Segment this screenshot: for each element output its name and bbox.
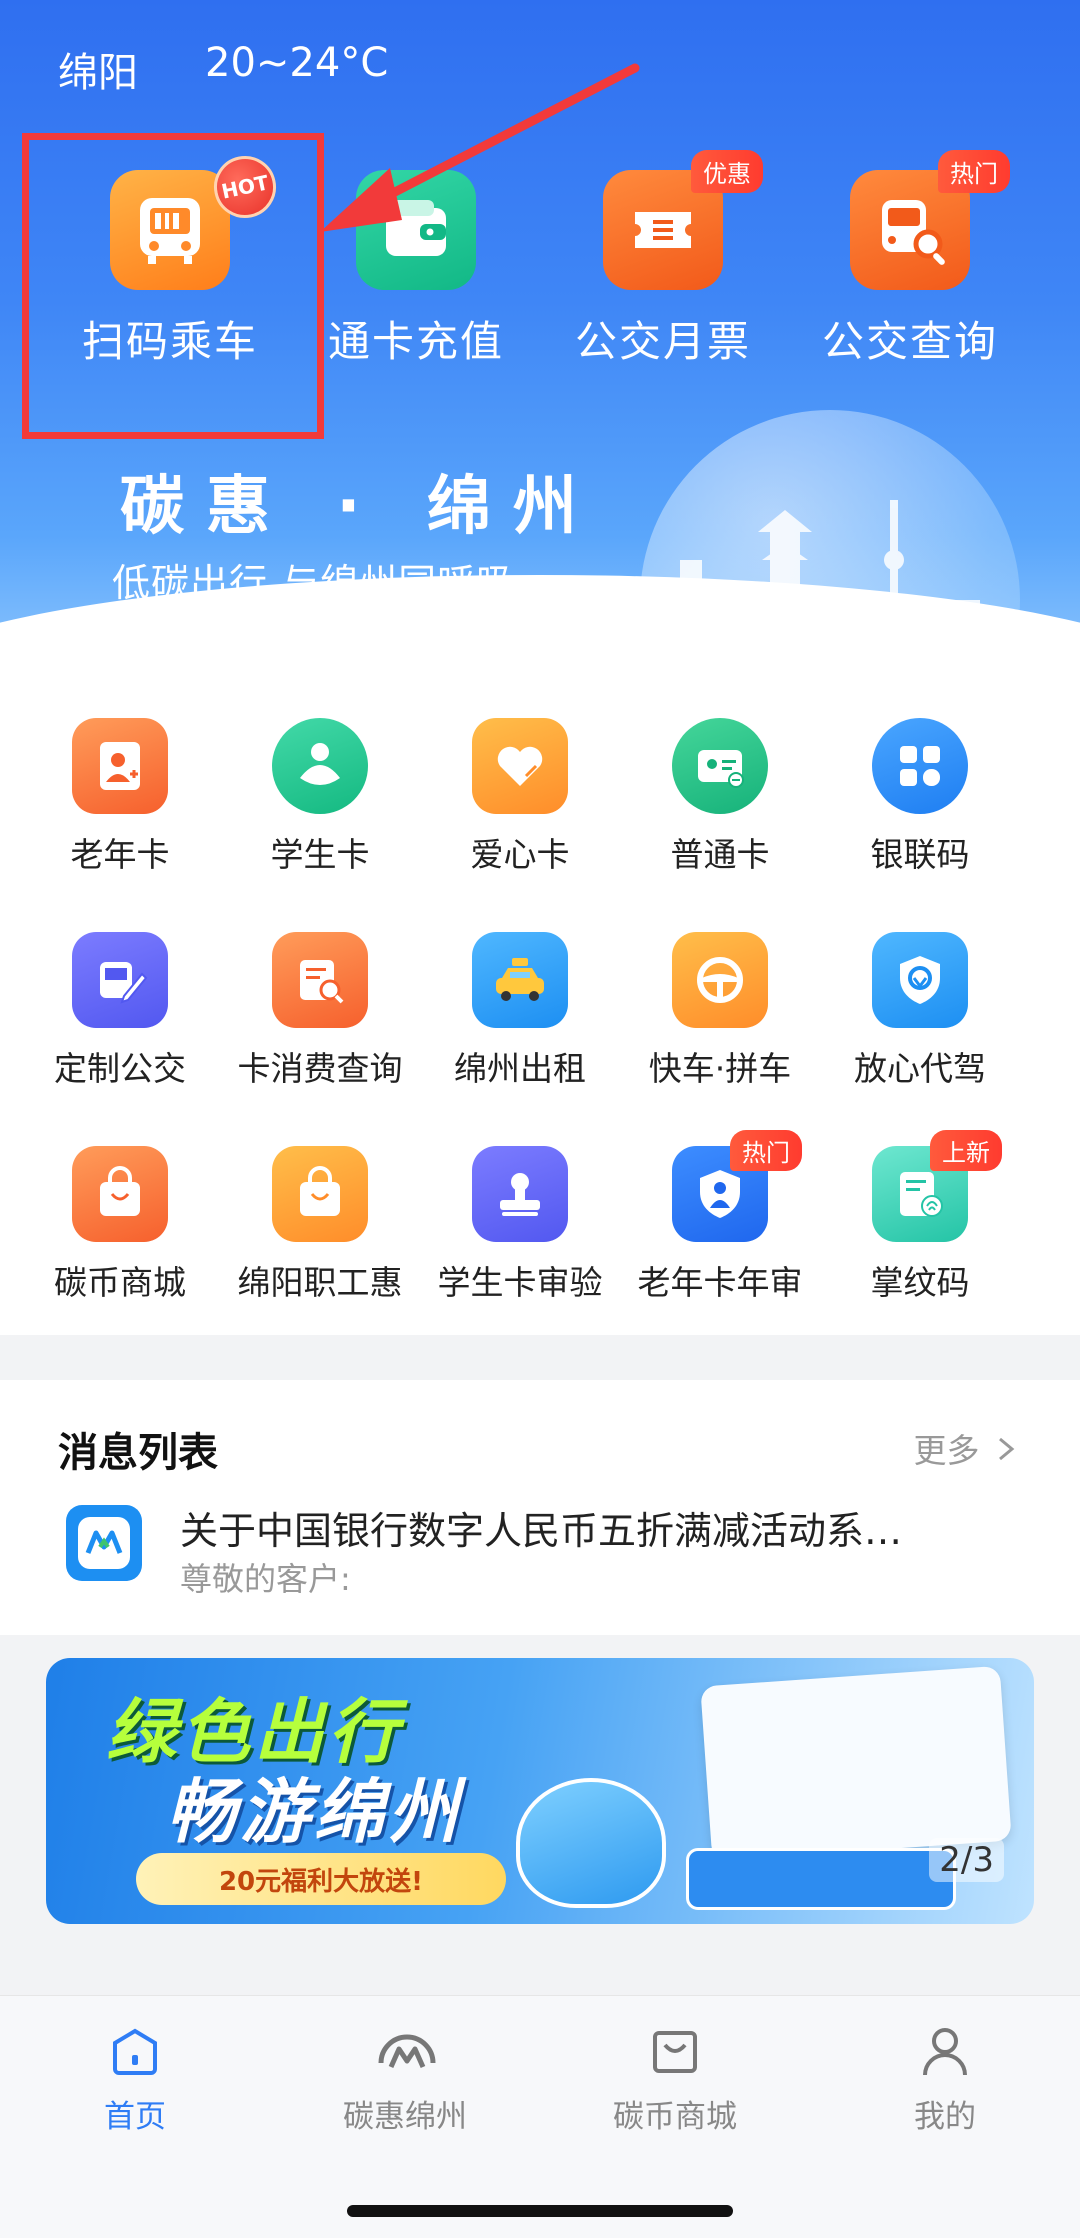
hot-tag-badge: 热门 (938, 150, 1010, 193)
service-label: 碳币商城 (54, 1263, 186, 1302)
service-elder-card[interactable]: 老年卡 (20, 718, 220, 876)
profile-icon (915, 2021, 975, 2081)
entry-card-recharge-label: 通卡充值 (327, 317, 504, 366)
stamp-icon (472, 1146, 568, 1242)
service-label: 老年卡 (70, 835, 170, 874)
service-taxi[interactable]: 绵州出租 (420, 932, 620, 1090)
tab-home-label: 首页 (104, 2099, 166, 2135)
service-label: 学生卡 (270, 835, 370, 874)
bus-image (686, 1848, 956, 1910)
shield-driver-icon (872, 932, 968, 1028)
worker-bag-icon (272, 1146, 368, 1242)
banner-title-line2: 畅游绵州 (166, 1771, 462, 1853)
service-label: 放心代驾 (854, 1049, 986, 1088)
service-unionpay-code[interactable]: 银联码 (820, 718, 1020, 876)
slogan-subtitle: 低碳出行,与绵州同呼吸 (112, 561, 516, 605)
student-card-icon (272, 718, 368, 814)
home-indicator (347, 2205, 733, 2217)
more-label: 更多 (913, 1431, 980, 1470)
heart-card-icon (472, 718, 568, 814)
mascot-robot-image (516, 1778, 666, 1908)
card-spend-query-icon (272, 932, 368, 1028)
service-label: 绵阳职工惠 (237, 1263, 403, 1302)
taxi-icon (472, 932, 568, 1028)
message-item[interactable]: 关于中国银行数字人民币五折满减活动系… (180, 1500, 960, 1555)
service-grid: 老年卡 学生卡 爱心卡 普通卡 银联码 定制公交 卡消费查询 绵州出租 快车·拼… (0, 670, 1080, 1335)
chevron-right-icon (996, 1431, 1016, 1470)
normal-card-icon (672, 718, 768, 814)
service-label: 绵州出租 (454, 1049, 586, 1088)
service-designated-driver[interactable]: 放心代驾 (820, 932, 1020, 1090)
city-location[interactable]: 绵阳 (58, 40, 138, 98)
discount-badge: 优惠 (691, 150, 763, 193)
app-logo-icon (66, 1505, 142, 1581)
unionpay-code-icon (872, 718, 968, 814)
tab-profile-label: 我的 (914, 2099, 976, 2135)
tab-profile[interactable]: 我的 (810, 2021, 1080, 2136)
shopping-bag-icon (72, 1146, 168, 1242)
custom-bus-icon (72, 932, 168, 1028)
message-list-title: 消息列表 (58, 1430, 218, 1476)
bottom-tab-bar: 首页 碳惠绵州 碳币商城 我的 (0, 1995, 1080, 2238)
service-student-card[interactable]: 学生卡 (220, 718, 420, 876)
elder-card-icon (72, 718, 168, 814)
service-card-spend-query[interactable]: 卡消费查询 (220, 932, 420, 1090)
service-carbon-mall[interactable]: 碳币商城 (20, 1146, 220, 1304)
tab-carbon-mianzhou[interactable]: 碳惠绵州 (270, 2021, 540, 2136)
steering-wheel-icon (672, 932, 768, 1028)
service-label: 普通卡 (670, 835, 770, 874)
service-label: 快车·拼车 (648, 1049, 792, 1088)
tab-carbon-mall-label: 碳币商城 (613, 2099, 737, 2135)
home-icon (105, 2021, 165, 2081)
slogan-title: 碳惠 · 绵州 (120, 470, 599, 544)
message-list-card: 消息列表 更多 关于中国银行数字人民币五折满减活动系… 尊敬的客户: (0, 1380, 1080, 1635)
message-subtitle: 尊敬的客户: (180, 1560, 351, 1598)
new-tag-badge: 上新 (930, 1130, 1002, 1171)
tab-home[interactable]: 首页 (0, 2021, 270, 2136)
hot-tag-badge: 热门 (730, 1130, 802, 1171)
service-custom-bus[interactable]: 定制公交 (20, 932, 220, 1090)
entry-bus-query-label: 公交查询 (821, 317, 998, 366)
entry-monthly-ticket-label: 公交月票 (574, 317, 751, 366)
banner-ribbon: 20元福利大放送! (136, 1853, 506, 1905)
shop-bag-icon (645, 2021, 705, 2081)
tab-carbon-mianzhou-label: 碳惠绵州 (343, 2099, 467, 2135)
service-worker-benefit[interactable]: 绵阳职工惠 (220, 1146, 420, 1304)
annotation-arrow-icon (320, 63, 640, 232)
service-love-card[interactable]: 爱心卡 (420, 718, 620, 876)
service-label: 掌纹码 (870, 1263, 970, 1302)
service-express-carpool[interactable]: 快车·拼车 (620, 932, 820, 1090)
service-label: 银联码 (870, 835, 970, 874)
service-elder-card-review[interactable]: 老年卡年审 热门 (620, 1130, 820, 1304)
promo-banner[interactable]: 绿色出行 畅游绵州 20元福利大放送! 2/3 (46, 1658, 1034, 1924)
service-label: 爱心卡 (470, 835, 570, 874)
transit-card-image (700, 1665, 1012, 1862)
service-label: 学生卡审验 (437, 1263, 603, 1302)
header-banner: 绵阳 20~24°C 扫码乘车 HOT 通卡充值 公交月票 优惠 公交查询 热门… (0, 0, 1080, 670)
tab-carbon-mall[interactable]: 碳币商城 (540, 2021, 810, 2136)
service-label: 卡消费查询 (237, 1049, 403, 1088)
carbon-logo-icon (375, 2021, 436, 2081)
service-palm-code[interactable]: 掌纹码 上新 (820, 1130, 1020, 1304)
service-label: 定制公交 (54, 1049, 186, 1088)
banner-page-indicator: 2/3 (929, 1838, 1004, 1882)
more-link[interactable]: 更多 (914, 1424, 1017, 1472)
service-student-card-review[interactable]: 学生卡审验 (420, 1146, 620, 1304)
service-normal-card[interactable]: 普通卡 (620, 718, 820, 876)
service-label: 老年卡年审 (637, 1263, 803, 1302)
entry-bus-query[interactable]: 公交查询 热门 (790, 150, 1030, 369)
highlight-box (22, 133, 324, 439)
